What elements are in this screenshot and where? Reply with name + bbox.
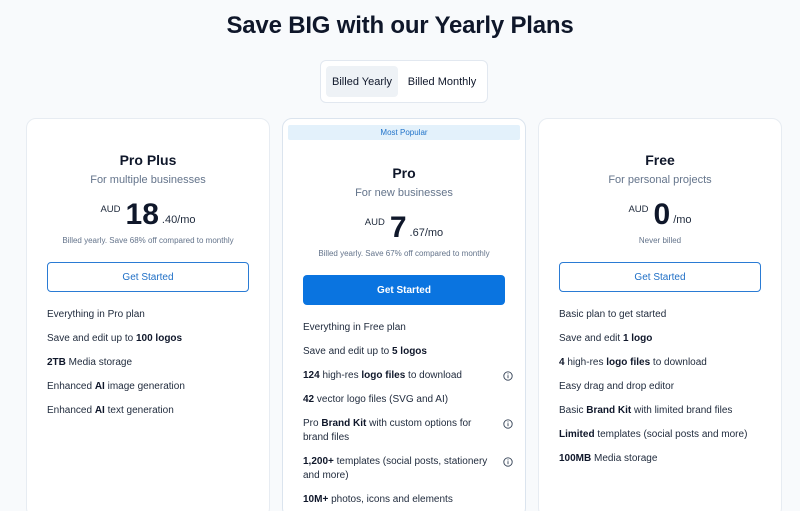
feature-highlight: logo files bbox=[361, 370, 406, 381]
feature-item: 1,200+ templates (social posts, statione… bbox=[303, 455, 513, 483]
price-currency: AUD bbox=[100, 204, 121, 215]
billed-yearly-tab[interactable]: Billed Yearly bbox=[326, 66, 398, 97]
feature-text: to download bbox=[405, 370, 462, 381]
price-amount: 0 bbox=[653, 198, 671, 231]
price: AUD 18 .40/mo bbox=[27, 200, 269, 230]
billing-note: Billed yearly. Save 68% off compared to … bbox=[62, 236, 234, 245]
price-amount: 7 bbox=[389, 211, 407, 244]
price: AUD 0 /mo bbox=[539, 200, 781, 230]
page-title: Save BIG with our Yearly Plans bbox=[226, 12, 574, 39]
feature-text: text generation bbox=[104, 405, 174, 416]
feature-highlight: 1 logo bbox=[622, 333, 653, 344]
feature-item: 100MB Media storage bbox=[559, 452, 769, 466]
feature-text: to download bbox=[650, 357, 707, 368]
feature-text: Media storage bbox=[591, 453, 658, 464]
feature-item: Save and edit up to 100 logos bbox=[47, 332, 257, 346]
feature-text: Save and edit bbox=[559, 333, 623, 344]
price-currency: AUD bbox=[364, 217, 385, 228]
feature-item: 124 high-res logo files to download bbox=[303, 369, 513, 383]
feature-highlight: 100 logos bbox=[135, 333, 183, 344]
feature-list: Basic plan to get started Save and edit 1… bbox=[559, 308, 769, 476]
feature-highlight: Limited bbox=[559, 429, 595, 440]
feature-item: 42 vector logo files (SVG and AI) bbox=[303, 393, 513, 407]
feature-item: Pro Brand Kit with custom options for br… bbox=[303, 417, 513, 445]
feature-highlight: Brand Kit bbox=[586, 405, 632, 416]
feature-text: photos, icons and elements bbox=[328, 494, 453, 505]
price-amount: 18 bbox=[125, 198, 159, 231]
plan-subtitle: For personal projects bbox=[608, 174, 712, 186]
feature-highlight: AI bbox=[94, 381, 105, 392]
feature-text: Easy drag and drop editor bbox=[559, 381, 675, 392]
feature-highlight: 100MB bbox=[559, 453, 592, 464]
info-circle-icon[interactable] bbox=[503, 371, 513, 381]
feature-item: 10M+ photos, icons and elements bbox=[303, 493, 513, 507]
feature-text: Basic plan to get started bbox=[559, 309, 667, 320]
feature-list: Everything in Pro plan Save and edit up t… bbox=[47, 308, 257, 428]
feature-highlight: Brand Kit bbox=[321, 418, 367, 429]
get-started-button[interactable]: Get Started bbox=[559, 262, 761, 292]
get-started-button[interactable]: Get Started bbox=[303, 275, 505, 305]
feature-text: Enhanced bbox=[47, 381, 95, 392]
price-cents: .67/mo bbox=[409, 227, 444, 239]
feature-text: templates (social posts and more) bbox=[594, 429, 748, 440]
info-circle-icon[interactable] bbox=[503, 419, 513, 429]
most-popular-badge: Most Popular bbox=[288, 125, 520, 140]
feature-highlight: 42 bbox=[303, 394, 315, 405]
feature-item: Save and edit 1 logo bbox=[559, 332, 769, 346]
feature-text: Everything in Free plan bbox=[303, 322, 406, 333]
feature-text: vector logo files (SVG and AI) bbox=[314, 394, 449, 405]
plan-card-pro-plus: Pro Plus For multiple businesses AUD 18 … bbox=[26, 118, 270, 511]
feature-item: Basic Brand Kit with limited brand files bbox=[559, 404, 769, 418]
price-currency: AUD bbox=[628, 204, 649, 215]
price: AUD 7 .67/mo bbox=[283, 213, 525, 243]
feature-text: Pro bbox=[303, 418, 322, 429]
feature-item: 4 high-res logo files to download bbox=[559, 356, 769, 370]
feature-item: Save and edit up to 5 logos bbox=[303, 345, 513, 359]
price-cents: /mo bbox=[673, 214, 692, 226]
plan-subtitle: For multiple businesses bbox=[90, 174, 206, 186]
feature-text: Save and edit up to bbox=[303, 346, 392, 357]
feature-text: Everything in Pro plan bbox=[47, 309, 145, 320]
feature-item: 2TB Media storage bbox=[47, 356, 257, 370]
feature-highlight: 10M+ bbox=[303, 494, 329, 505]
feature-list: Everything in Free plan Save and edit up … bbox=[303, 321, 513, 511]
plan-card-pro: Most Popular Pro For new businesses AUD … bbox=[282, 118, 526, 511]
feature-item: Everything in Free plan bbox=[303, 321, 513, 335]
feature-item: Basic plan to get started bbox=[559, 308, 769, 322]
feature-item: Enhanced AI image generation bbox=[47, 380, 257, 394]
feature-text: high-res bbox=[319, 370, 362, 381]
feature-text: Save and edit up to bbox=[47, 333, 136, 344]
billed-monthly-tab[interactable]: Billed Monthly bbox=[402, 66, 482, 97]
plan-subtitle: For new businesses bbox=[355, 187, 453, 199]
billing-note: Billed yearly. Save 67% off compared to … bbox=[318, 249, 490, 258]
feature-item: Everything in Pro plan bbox=[47, 308, 257, 322]
plan-card-free: Free For personal projects AUD 0 /mo Nev… bbox=[538, 118, 782, 511]
price-cents: .40/mo bbox=[161, 214, 196, 226]
feature-text: Enhanced bbox=[47, 405, 95, 416]
feature-highlight: 5 logos bbox=[391, 346, 427, 357]
feature-highlight: 2TB bbox=[47, 357, 66, 368]
feature-text: image generation bbox=[104, 381, 185, 392]
feature-highlight: 1,200+ bbox=[303, 456, 334, 467]
feature-text: with limited brand files bbox=[631, 405, 733, 416]
feature-text: high-res bbox=[564, 357, 607, 368]
plan-name: Free bbox=[645, 152, 675, 168]
feature-item: Easy drag and drop editor bbox=[559, 380, 769, 394]
feature-highlight: AI bbox=[94, 405, 105, 416]
plan-name: Pro Plus bbox=[119, 152, 177, 168]
feature-item: Enhanced AI text generation bbox=[47, 404, 257, 418]
billing-note: Never billed bbox=[638, 236, 682, 245]
billing-toggle: Billed Yearly Billed Monthly bbox=[320, 60, 488, 103]
get-started-button[interactable]: Get Started bbox=[47, 262, 249, 292]
feature-item: Limited templates (social posts and more… bbox=[559, 428, 769, 442]
feature-highlight: 124 bbox=[303, 370, 320, 381]
feature-highlight: logo files bbox=[606, 357, 651, 368]
feature-text: Media storage bbox=[65, 357, 133, 368]
feature-text: Basic bbox=[559, 405, 587, 416]
plan-name: Pro bbox=[392, 165, 416, 181]
info-circle-icon[interactable] bbox=[503, 457, 513, 467]
